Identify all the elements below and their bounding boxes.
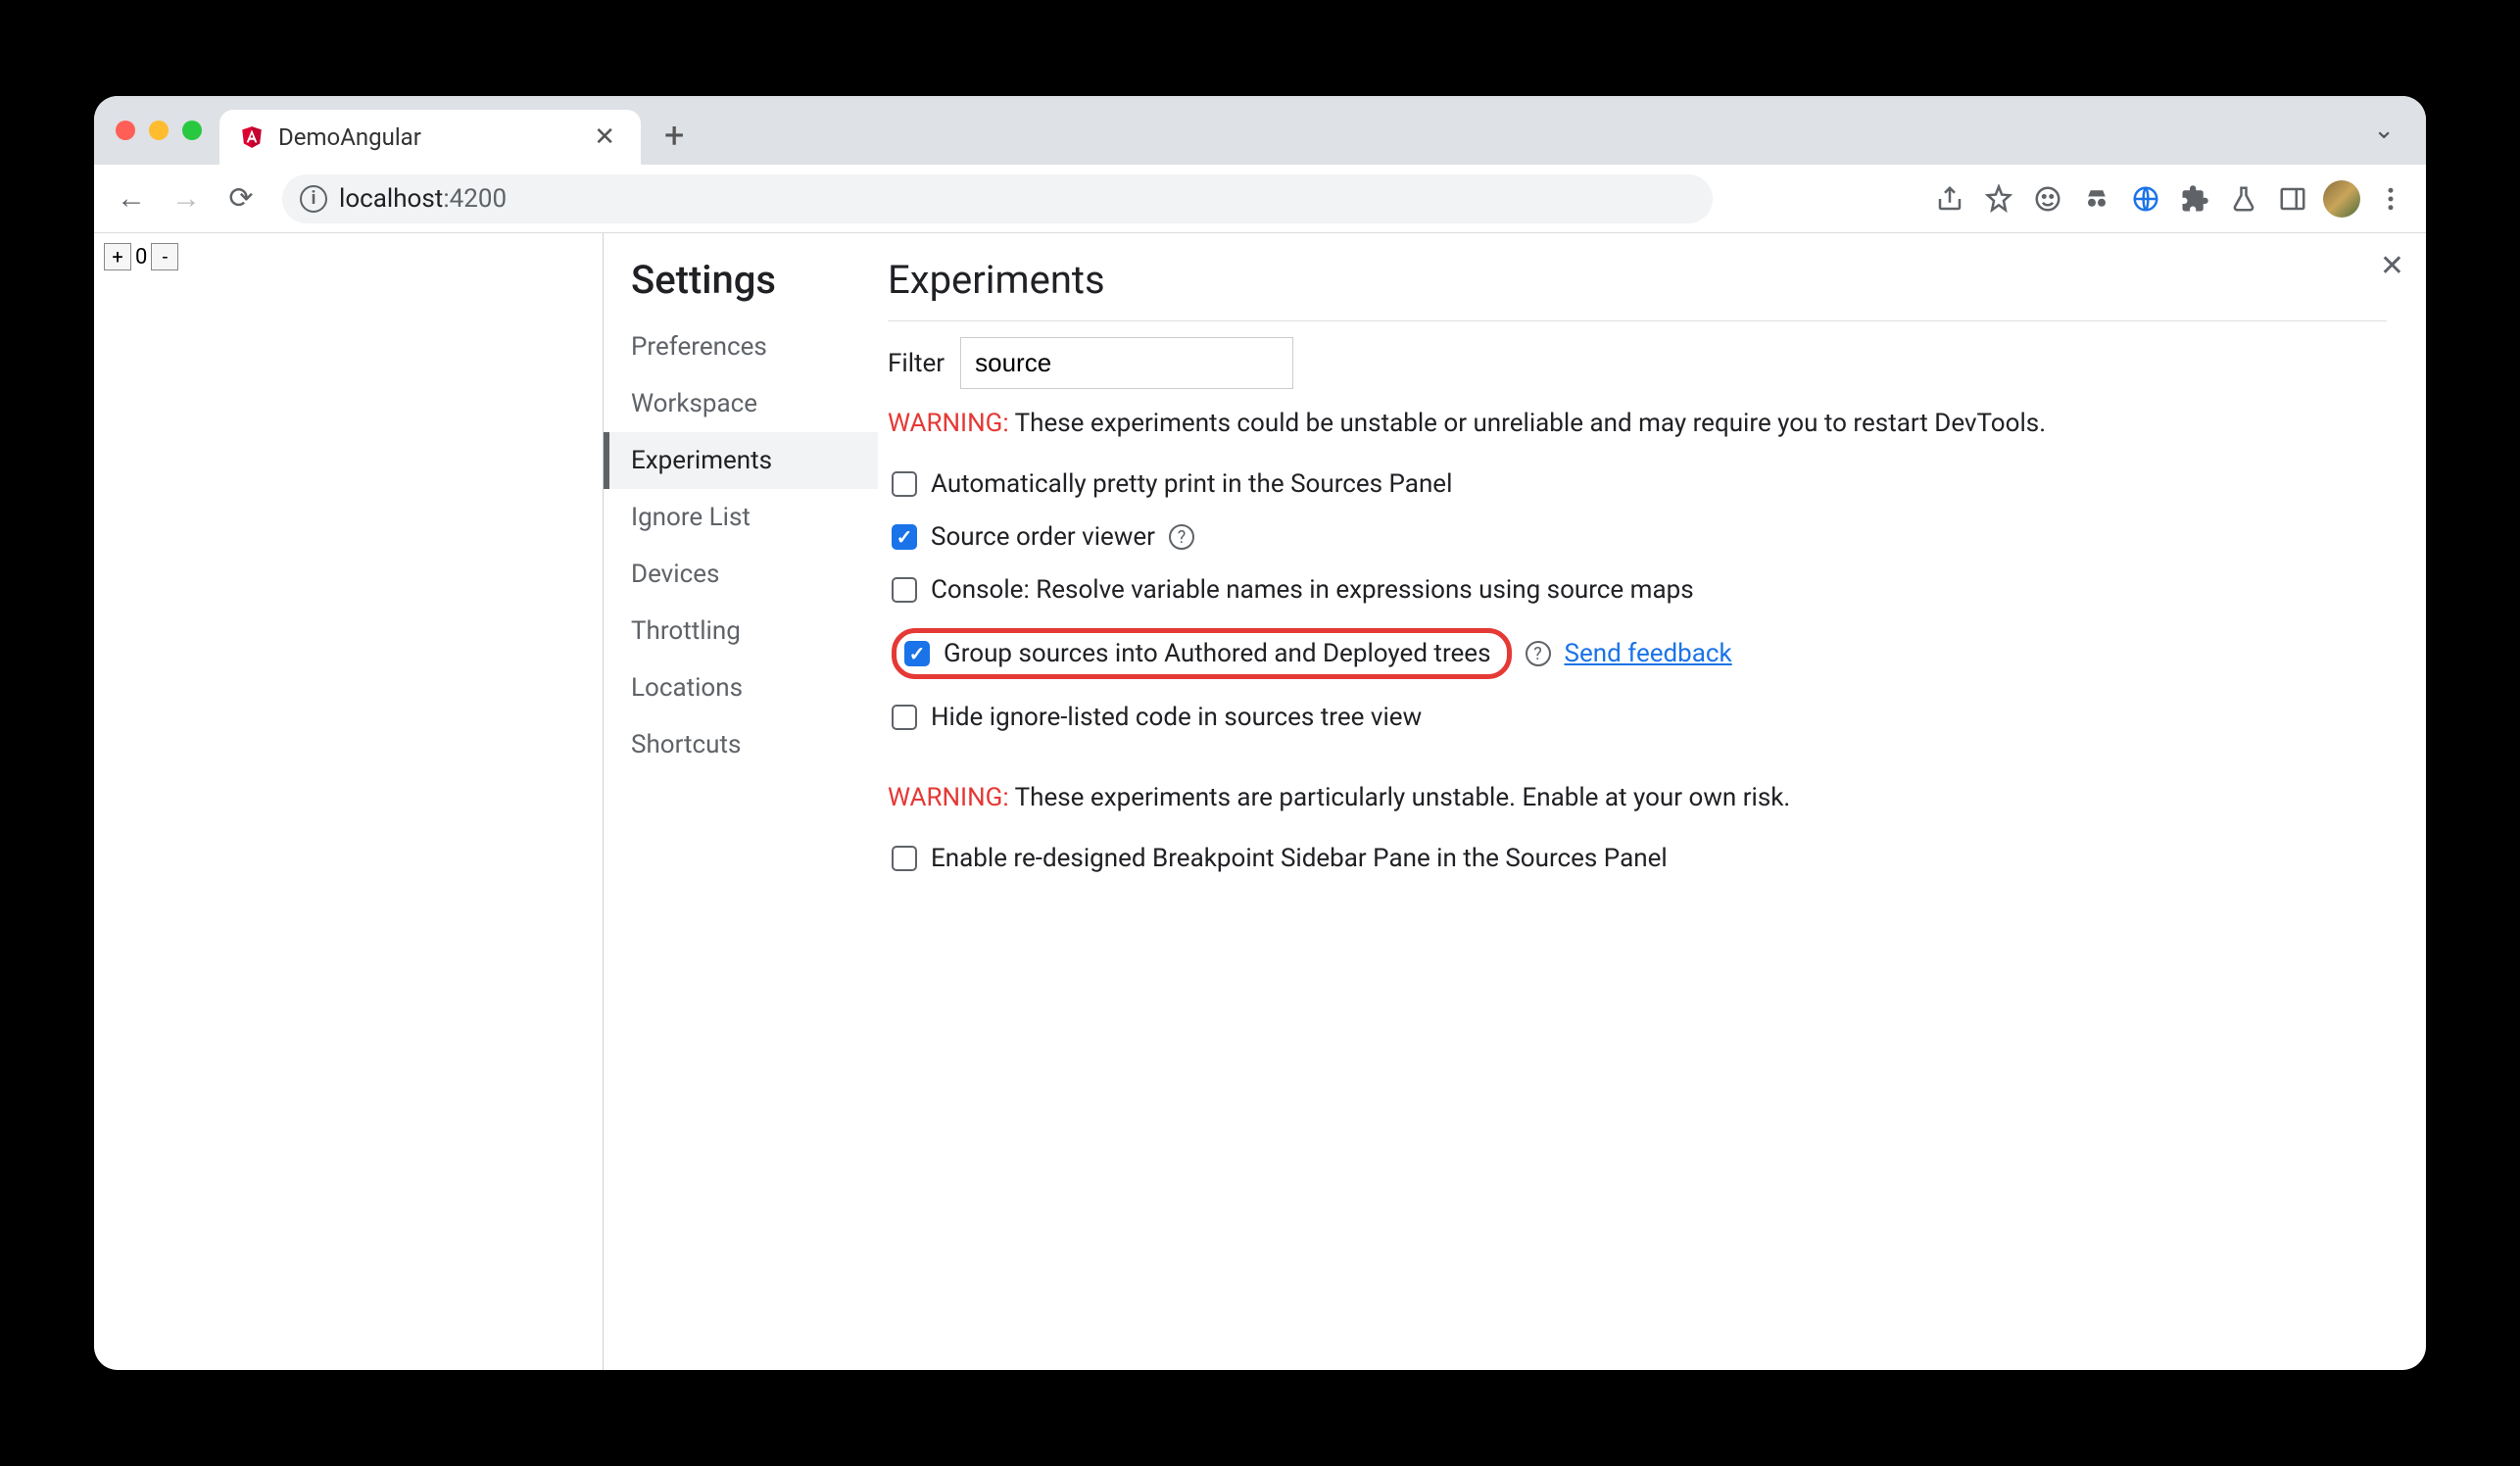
reload-button[interactable]: ⟳ bbox=[218, 175, 265, 222]
experiment-checkbox[interactable] bbox=[892, 577, 917, 603]
url-port: :4200 bbox=[443, 184, 507, 214]
increment-button[interactable]: + bbox=[104, 243, 131, 270]
experiment-label: Automatically pretty print in the Source… bbox=[931, 469, 1452, 499]
warning-body: These experiments could be unstable or u… bbox=[1009, 409, 2046, 438]
experiment-row: Hide ignore-listed code in sources tree … bbox=[888, 691, 2387, 744]
bookmark-star-icon[interactable] bbox=[1977, 177, 2020, 220]
site-info-icon[interactable]: i bbox=[300, 185, 327, 213]
counter-widget: + 0 - bbox=[104, 243, 178, 270]
warning-text-1: WARNING: These experiments could be unst… bbox=[888, 409, 2387, 438]
experiment-row: Automatically pretty print in the Source… bbox=[888, 458, 2387, 511]
new-tab-button[interactable]: + bbox=[641, 115, 707, 156]
devtools-settings: ✕ Settings PreferencesWorkspaceExperimen… bbox=[604, 233, 2426, 1370]
profile-avatar[interactable] bbox=[2320, 177, 2363, 220]
close-settings-button[interactable]: ✕ bbox=[2380, 249, 2404, 283]
experiment-row: Console: Resolve variable names in expre… bbox=[888, 563, 2387, 616]
browser-window: DemoAngular ✕ + ⌄ ← → ⟳ i localhost:4200 bbox=[94, 96, 2426, 1370]
experiment-checkbox[interactable] bbox=[904, 641, 930, 666]
settings-nav-item-shortcuts[interactable]: Shortcuts bbox=[604, 716, 878, 773]
settings-nav-item-experiments[interactable]: Experiments bbox=[604, 432, 878, 489]
app-pane: + 0 - bbox=[94, 233, 604, 1370]
warning-label: WARNING: bbox=[888, 783, 1009, 812]
url-text: localhost:4200 bbox=[339, 184, 507, 214]
extension-face-icon[interactable] bbox=[2026, 177, 2069, 220]
page-content: + 0 - ✕ Settings PreferencesWorkspaceExp… bbox=[94, 233, 2426, 1370]
extensions-icon[interactable] bbox=[2173, 177, 2216, 220]
extension-globe-icon[interactable] bbox=[2124, 177, 2167, 220]
address-bar[interactable]: i localhost:4200 bbox=[282, 174, 1713, 223]
experiments-heading: Experiments bbox=[888, 257, 2387, 321]
experiment-highlight: Group sources into Authored and Deployed… bbox=[892, 628, 1512, 679]
tab-bar: DemoAngular ✕ + ⌄ bbox=[94, 96, 2426, 165]
settings-nav-item-ignore-list[interactable]: Ignore List bbox=[604, 489, 878, 546]
forward-button[interactable]: → bbox=[163, 175, 210, 222]
angular-icon bbox=[239, 124, 265, 150]
minimize-window-button[interactable] bbox=[149, 121, 169, 140]
tab-title: DemoAngular bbox=[278, 123, 574, 151]
experiment-checkbox[interactable] bbox=[892, 846, 917, 871]
experiment-row: Source order viewer? bbox=[888, 511, 2387, 563]
browser-tab[interactable]: DemoAngular ✕ bbox=[219, 110, 641, 165]
settings-nav-item-locations[interactable]: Locations bbox=[604, 660, 878, 716]
browser-menu-button[interactable] bbox=[2369, 177, 2412, 220]
url-host: localhost bbox=[339, 184, 443, 214]
experiment-checkbox[interactable] bbox=[892, 524, 917, 550]
warning-text-2: WARNING: These experiments are particula… bbox=[888, 783, 2387, 812]
close-window-button[interactable] bbox=[116, 121, 135, 140]
settings-main: Experiments Filter WARNING: These experi… bbox=[878, 233, 2426, 1370]
filter-row: Filter bbox=[888, 337, 2387, 389]
extension-incognito-icon[interactable] bbox=[2075, 177, 2118, 220]
close-tab-button[interactable]: ✕ bbox=[588, 122, 621, 152]
warning-body: These experiments are particularly unsta… bbox=[1009, 783, 1791, 812]
experiment-checkbox[interactable] bbox=[892, 471, 917, 497]
window-controls bbox=[106, 121, 219, 140]
help-icon[interactable]: ? bbox=[1169, 524, 1194, 550]
filter-input[interactable] bbox=[960, 337, 1293, 389]
decrement-button[interactable]: - bbox=[151, 243, 178, 270]
experiment-row: Enable re-designed Breakpoint Sidebar Pa… bbox=[888, 832, 2387, 885]
browser-toolbar: ← → ⟳ i localhost:4200 bbox=[94, 165, 2426, 233]
experiment-checkbox[interactable] bbox=[892, 705, 917, 730]
settings-nav-item-devices[interactable]: Devices bbox=[604, 546, 878, 603]
side-panel-icon[interactable] bbox=[2271, 177, 2314, 220]
toolbar-actions bbox=[1928, 177, 2412, 220]
experiment-label: Console: Resolve variable names in expre… bbox=[931, 575, 1694, 605]
counter-value: 0 bbox=[133, 245, 149, 269]
tabs-menu-button[interactable]: ⌄ bbox=[2373, 116, 2395, 145]
experiment-label: Hide ignore-listed code in sources tree … bbox=[931, 703, 1422, 732]
help-icon[interactable]: ? bbox=[1526, 641, 1551, 666]
share-icon[interactable] bbox=[1928, 177, 1971, 220]
experiment-label: Enable re-designed Breakpoint Sidebar Pa… bbox=[931, 844, 1668, 873]
warning-label: WARNING: bbox=[888, 409, 1009, 438]
experiment-label: Group sources into Authored and Deployed… bbox=[944, 639, 1491, 668]
filter-label: Filter bbox=[888, 349, 945, 378]
labs-icon[interactable] bbox=[2222, 177, 2265, 220]
experiment-label: Source order viewer bbox=[931, 522, 1155, 552]
maximize-window-button[interactable] bbox=[182, 121, 202, 140]
back-button[interactable]: ← bbox=[108, 175, 155, 222]
send-feedback-link[interactable]: Send feedback bbox=[1565, 639, 1732, 668]
settings-nav-item-preferences[interactable]: Preferences bbox=[604, 318, 878, 375]
settings-sidebar: Settings PreferencesWorkspaceExperiments… bbox=[604, 233, 878, 1370]
settings-nav-item-throttling[interactable]: Throttling bbox=[604, 603, 878, 660]
experiment-row: Group sources into Authored and Deployed… bbox=[888, 616, 2387, 691]
settings-heading: Settings bbox=[604, 257, 878, 318]
settings-nav-item-workspace[interactable]: Workspace bbox=[604, 375, 878, 432]
